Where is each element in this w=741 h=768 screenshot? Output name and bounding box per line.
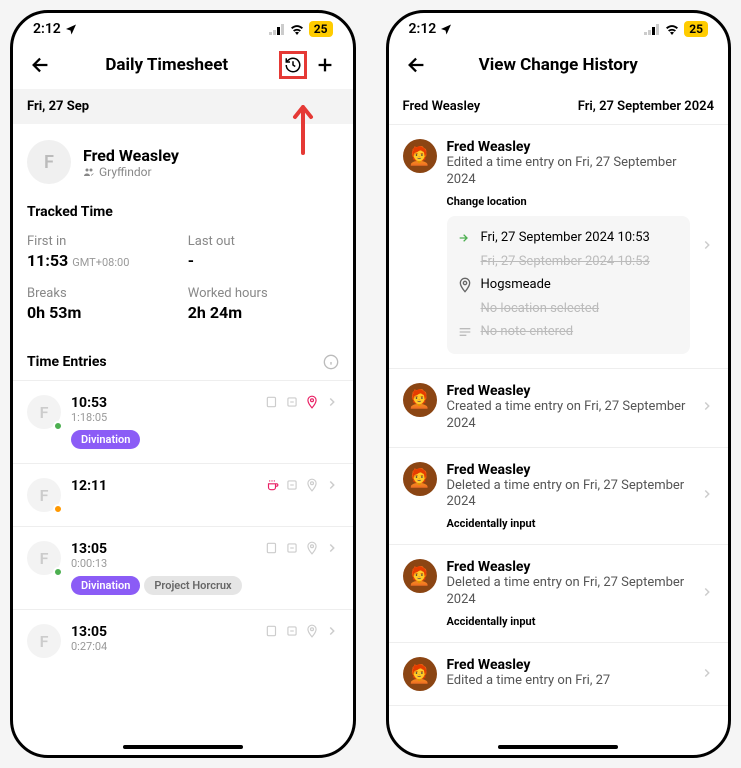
wifi-icon: [289, 23, 305, 35]
history-list[interactable]: 🧑‍🦰 Fred Weasley Edited a time entry on …: [389, 125, 729, 757]
chevron-right-icon: [700, 665, 714, 684]
entry-avatar: F: [27, 541, 61, 575]
page-title: View Change History: [431, 55, 687, 75]
avatar: F: [27, 140, 71, 184]
chevron-right-icon: [325, 478, 339, 492]
chevron-right-icon: [700, 398, 714, 417]
entries-header: Time Entries: [13, 340, 353, 380]
location-arrow-icon: [65, 23, 77, 35]
entries-list: F 10:53 1:18:05Divination F 12:11 F 13:0…: [13, 380, 353, 672]
history-header: Fred Weasley Fri, 27 September 2024: [389, 89, 729, 125]
back-button[interactable]: [27, 51, 55, 79]
status-time: 2:12: [33, 21, 61, 37]
arrow-left-icon: [30, 54, 52, 76]
history-item[interactable]: 🧑‍🦰 Fred Weasley Edited a time entry on …: [389, 125, 729, 369]
wifi-icon: [664, 23, 680, 35]
breaks-label: Breaks: [27, 286, 178, 301]
info-icon[interactable]: [323, 354, 339, 370]
history-item[interactable]: 🧑‍🦰 Fred Weasley Deleted a time entry on…: [389, 448, 729, 546]
chevron-right-icon: [325, 624, 339, 638]
tracked-grid: First in 11:53GMT+08:00 Last out - Break…: [13, 230, 353, 340]
tracked-heading: Tracked Time: [13, 198, 353, 230]
time-entry[interactable]: F 13:05 0:27:04: [13, 609, 353, 672]
cell-signal-icon: [644, 24, 660, 35]
chevron-right-icon: [700, 486, 714, 505]
cell-signal-icon: [269, 24, 285, 35]
home-indicator: [498, 745, 618, 749]
phone-left: 2:12 25 Daily Timesheet Fri, 27 Sep F Fr…: [10, 10, 356, 758]
time-entry[interactable]: F 12:11: [13, 463, 353, 526]
history-avatar: 🧑‍🦰: [403, 657, 437, 691]
page-title: Daily Timesheet: [55, 55, 279, 75]
worked-label: Worked hours: [188, 286, 339, 301]
topbar: Daily Timesheet: [13, 41, 353, 89]
history-detail: Fri, 27 September 2024 10:53 Fri, 27 Sep…: [447, 216, 691, 354]
history-date: Fri, 27 September 2024: [578, 99, 714, 114]
first-in-label: First in: [27, 234, 178, 249]
last-out-label: Last out: [188, 234, 339, 249]
chevron-right-icon: [700, 237, 714, 256]
arrow-left-icon: [406, 54, 428, 76]
entry-icons: [265, 541, 339, 555]
entry-icons: [265, 624, 339, 638]
back-button[interactable]: [403, 51, 431, 79]
group-icon: [83, 166, 95, 178]
time-entry[interactable]: F 13:05 0:00:13DivinationProject Horcrux: [13, 526, 353, 609]
history-avatar: 🧑‍🦰: [403, 462, 437, 496]
location-arrow-icon: [440, 23, 452, 35]
entry-avatar: F: [27, 478, 61, 512]
user-name: Fred Weasley: [83, 146, 179, 165]
battery-badge: 25: [309, 21, 333, 37]
status-bar: 2:12 25: [13, 13, 353, 41]
history-avatar: 🧑‍🦰: [403, 139, 437, 173]
entry-icons: [265, 478, 339, 492]
chevron-right-icon: [700, 584, 714, 603]
status-time: 2:12: [409, 21, 437, 37]
user-group: Gryffindor: [83, 165, 179, 179]
plus-icon: [314, 54, 336, 76]
chevron-right-icon: [325, 541, 339, 555]
entry-avatar: F: [27, 624, 61, 658]
entry-avatar: F: [27, 395, 61, 429]
annotation-arrow: [290, 105, 316, 163]
history-item[interactable]: 🧑‍🦰 Fred Weasley Deleted a time entry on…: [389, 545, 729, 643]
history-button[interactable]: [279, 51, 307, 79]
phone-right: 2:12 25 View Change History Fred Weasley…: [386, 10, 732, 758]
breaks-value: 0h 53m: [27, 303, 178, 322]
add-button[interactable]: [311, 51, 339, 79]
last-out-value: -: [188, 251, 339, 270]
history-user: Fred Weasley: [403, 99, 481, 114]
time-entry[interactable]: F 10:53 1:18:05Divination: [13, 380, 353, 463]
history-item[interactable]: 🧑‍🦰 Fred Weasley Edited a time entry on …: [389, 643, 729, 706]
history-icon: [284, 54, 302, 76]
worked-value: 2h 24m: [188, 303, 339, 322]
history-item[interactable]: 🧑‍🦰 Fred Weasley Created a time entry on…: [389, 369, 729, 448]
history-avatar: 🧑‍🦰: [403, 383, 437, 417]
status-bar: 2:12 25: [389, 13, 729, 41]
topbar: View Change History: [389, 41, 729, 89]
history-avatar: 🧑‍🦰: [403, 559, 437, 593]
home-indicator: [123, 745, 243, 749]
first-in-value: 11:53GMT+08:00: [27, 251, 178, 270]
battery-badge: 25: [684, 21, 708, 37]
chevron-right-icon: [325, 395, 339, 409]
entry-icons: [265, 395, 339, 409]
